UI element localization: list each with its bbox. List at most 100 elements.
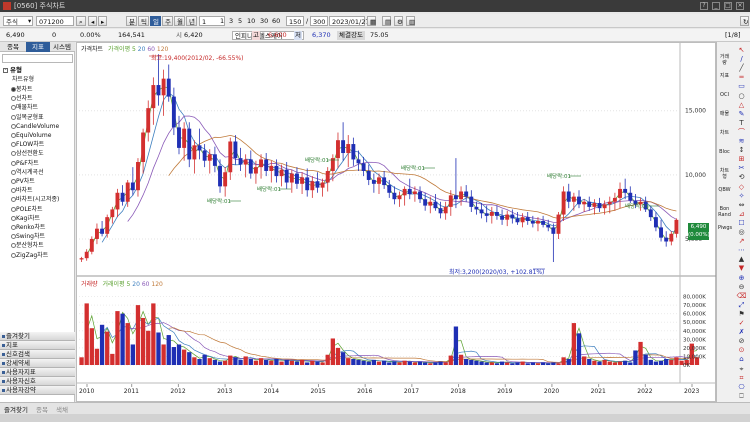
right-tool-label[interactable]: 거래량 <box>718 54 731 66</box>
refresh-icon[interactable]: ↻ <box>740 16 749 26</box>
category-dropdown-icon[interactable]: ▾ <box>26 16 33 26</box>
total-input[interactable]: 300 <box>310 16 328 26</box>
chart-type-item[interactable]: P&F차트 <box>16 159 39 168</box>
drawing-tool-icon[interactable]: ⊞ <box>736 155 747 164</box>
btn-favorites[interactable]: 즐겨찾기 <box>0 332 75 341</box>
right-tool-label[interactable]: QBW <box>718 187 731 193</box>
calendar-icon[interactable]: ▦ <box>367 16 376 26</box>
drawing-tool-icon[interactable]: ⌒ <box>736 128 747 137</box>
tab-year[interactable]: 년 <box>186 16 197 26</box>
drawing-tool-icon[interactable]: T <box>736 119 747 128</box>
settings-icon[interactable]: ⚙ <box>394 16 403 26</box>
drawing-tool-icon[interactable]: ⌫ <box>736 292 747 301</box>
drawing-tool-icon[interactable]: ✎ <box>736 110 747 119</box>
chart-type-item[interactable]: 봉차트 <box>16 85 33 94</box>
chart-type-item[interactable]: 분산형차트 <box>16 241 44 250</box>
period-5[interactable]: 5 <box>236 16 244 26</box>
drawing-tool-icon[interactable]: ▲ <box>736 255 747 264</box>
drawing-tool-icon[interactable]: ≋ <box>736 137 747 146</box>
type-header[interactable]: 유형 <box>10 66 22 75</box>
btn-user-indicator[interactable]: 사용자지표 <box>0 368 75 377</box>
right-tool-label[interactable]: Bloc <box>718 149 731 155</box>
chart-type-item[interactable]: Swing차트 <box>16 232 45 241</box>
drawing-tool-icon[interactable]: ⌂ <box>736 355 747 364</box>
drawing-tool-icon[interactable]: ⎕ <box>736 392 747 401</box>
help-icon[interactable]: ? <box>700 2 708 10</box>
drawing-tool-icon[interactable]: ⊿ <box>736 210 747 219</box>
tab-min[interactable]: 분 <box>126 16 137 26</box>
drawing-tool-icon[interactable]: ⤢ <box>736 301 747 310</box>
btn-user-signal[interactable]: 사용자신호 <box>0 377 75 386</box>
search-input[interactable] <box>2 54 73 63</box>
right-tool-label[interactable]: 차트 <box>718 130 731 136</box>
date-input[interactable]: 2023/01/27 <box>329 16 369 26</box>
drawing-tool-icon[interactable]: ▭ <box>736 82 747 91</box>
chart-type-item[interactable]: 선차트 <box>16 94 33 103</box>
chart-type-item[interactable]: 매물차트 <box>16 103 38 112</box>
drawing-tool-icon[interactable]: ✓ <box>736 319 747 328</box>
tab-week[interactable]: 주 <box>162 16 173 26</box>
chart-type-item[interactable]: CandleVolume <box>16 122 59 131</box>
drawing-tool-icon[interactable]: ⊙ <box>736 346 747 355</box>
tab-month[interactable]: 월 <box>174 16 185 26</box>
drawing-tool-icon[interactable]: ⎔ <box>736 383 747 392</box>
tab-stock[interactable]: 종목 <box>1 42 25 52</box>
tab-system[interactable]: 시스템 <box>50 42 74 52</box>
period-3[interactable]: 3 <box>227 16 235 26</box>
prev-stock-icon[interactable]: ◂ <box>88 16 97 26</box>
layout-icon[interactable]: ▥ <box>406 16 415 26</box>
right-tool-label[interactable]: 매물 <box>718 111 731 117</box>
status-tab-color[interactable]: 색채 <box>56 404 68 414</box>
drawing-tool-icon[interactable]: ○ <box>736 92 747 101</box>
drawing-tool-icon[interactable]: / <box>736 55 747 64</box>
close-icon[interactable]: × <box>736 2 744 10</box>
collapse-icon[interactable]: - <box>3 68 8 73</box>
chart-type-item[interactable]: 바차트 <box>16 186 33 195</box>
stock-code-input[interactable]: 071200 <box>36 16 74 26</box>
drawing-tool-icon[interactable]: ⌗ <box>736 374 747 383</box>
period-30[interactable]: 30 <box>258 16 270 26</box>
chart-type-item[interactable]: 바차트(시고저종) <box>16 195 59 204</box>
chart-type-item[interactable]: Kagi차트 <box>16 214 40 223</box>
period-60[interactable]: 60 <box>270 16 282 26</box>
right-tool-label[interactable]: OCI <box>718 92 731 98</box>
chart-type-item[interactable]: EquiVolume <box>16 131 51 140</box>
drawing-tool-icon[interactable]: ◎ <box>736 228 747 237</box>
drawing-tool-icon[interactable]: ◇ <box>736 183 747 192</box>
chart-type-item[interactable]: Renko차트 <box>16 223 45 232</box>
minimize-icon[interactable]: _ <box>712 2 720 10</box>
drawing-tool-icon[interactable]: ⋯ <box>736 246 747 255</box>
chart-type-item[interactable]: 일목균형표 <box>16 113 44 122</box>
drawing-tool-icon[interactable]: ⊖ <box>736 283 747 292</box>
drawing-tool-icon[interactable]: ✧ <box>736 192 747 201</box>
drawing-tool-icon[interactable]: ⇔ <box>736 201 747 210</box>
drawing-tool-icon[interactable]: ⚑ <box>736 310 747 319</box>
drawing-tool-icon[interactable]: ✂ <box>736 164 747 173</box>
btn-indicator[interactable]: 지표 <box>0 341 75 350</box>
tool-icon[interactable]: ▤ <box>382 16 391 26</box>
right-tool-label[interactable]: 차트형 <box>718 168 731 180</box>
drawing-tool-icon[interactable]: ═ <box>736 73 747 82</box>
tab-indicator[interactable]: 지표 <box>26 42 50 52</box>
tab-day[interactable]: 일 <box>150 16 161 26</box>
maximize-icon[interactable]: □ <box>724 2 732 10</box>
drawing-tool-icon[interactable]: ╱ <box>736 64 747 73</box>
drawing-tool-icon[interactable]: ↗ <box>736 237 747 246</box>
drawing-tool-icon[interactable]: ⊘ <box>736 337 747 346</box>
btn-signal[interactable]: 신호검색 <box>0 350 75 359</box>
status-favorites[interactable]: 즐겨찾기 <box>4 404 28 414</box>
chart-type-item[interactable]: PV차트 <box>16 177 35 186</box>
drawing-tool-icon[interactable]: ↖ <box>736 46 747 55</box>
drawing-tool-icon[interactable]: ☐ <box>736 219 747 228</box>
chart-type-item[interactable]: FLOW차트 <box>16 140 44 149</box>
count-input[interactable]: 150 <box>286 16 304 26</box>
status-tab-stock[interactable]: 종목 <box>36 404 48 414</box>
chart-type-item[interactable]: 삼선전환도 <box>16 149 44 158</box>
drawing-tool-icon[interactable]: ⌖ <box>736 365 747 374</box>
chart-type-item[interactable]: 역시계곡선 <box>16 168 44 177</box>
right-tool-label[interactable]: Piwgs <box>718 225 732 231</box>
drawing-tool-icon[interactable]: ⟲ <box>736 173 747 182</box>
next-stock-icon[interactable]: ▸ <box>98 16 107 26</box>
search-icon[interactable]: ⌕ <box>76 16 86 26</box>
btn-strength[interactable]: 강세약세 <box>0 359 75 368</box>
